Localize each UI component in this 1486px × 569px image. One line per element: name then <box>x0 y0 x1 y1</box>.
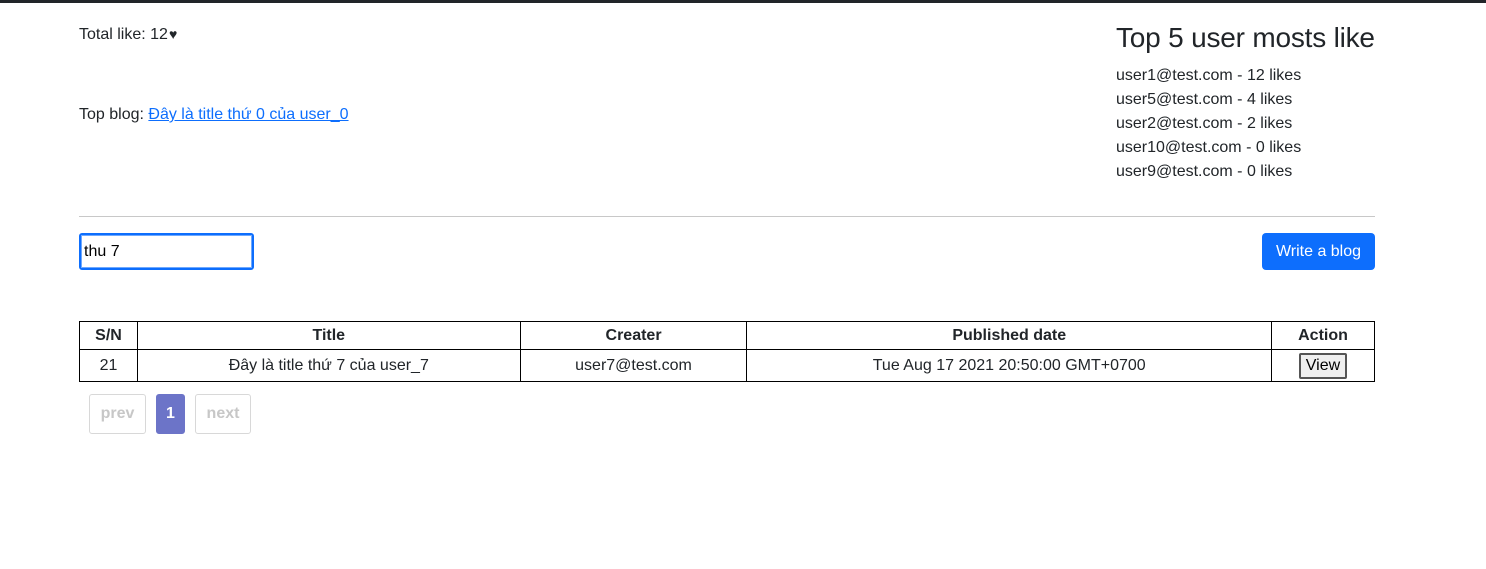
top-users-title: Top 5 user mosts like <box>1116 22 1375 53</box>
cell-action: View <box>1271 349 1375 382</box>
total-like-label: Total like: 12 <box>79 26 168 43</box>
top-user-item: user9@test.com - 0 likes <box>1116 163 1293 180</box>
view-button[interactable]: View <box>1298 352 1348 379</box>
search-input[interactable] <box>79 233 254 270</box>
header-action: Action <box>1271 321 1375 350</box>
top-blog-label: Top blog: <box>79 106 149 123</box>
pagination-page-button[interactable]: 1 <box>156 394 185 434</box>
table-header-row: S/N Title Creater Published date Action <box>79 321 1375 350</box>
table-row: 21 Đây là title thứ 7 của user_7 user7@t… <box>79 349 1375 382</box>
header-creator: Creater <box>519 321 748 350</box>
heart-icon: ♥ <box>168 26 178 42</box>
write-blog-button[interactable]: Write a blog <box>1262 233 1375 270</box>
top-user-item: user1@test.com - 12 likes <box>1116 67 1302 84</box>
header-sn: S/N <box>79 321 138 350</box>
pagination-next-button[interactable]: next <box>195 394 251 434</box>
total-like: Total like: 12♥ <box>79 23 177 46</box>
top-users-panel: Top 5 user mosts like user1@test.com - 1… <box>1116 21 1386 184</box>
cell-creator: user7@test.com <box>519 349 748 382</box>
pagination-prev-button[interactable]: prev <box>89 394 146 434</box>
header-published-date: Published date <box>746 321 1272 350</box>
divider <box>79 216 1375 217</box>
top-blog-link[interactable]: Đây là title thứ 0 của user_0 <box>148 106 348 123</box>
top-user-item: user10@test.com - 0 likes <box>1116 139 1302 156</box>
top-user-item: user2@test.com - 2 likes <box>1116 115 1293 132</box>
cell-title: Đây là title thứ 7 của user_7 <box>136 349 521 382</box>
header-title: Title <box>136 321 521 350</box>
cell-published-date: Tue Aug 17 2021 20:50:00 GMT+0700 <box>746 349 1272 382</box>
top-user-item: user5@test.com - 4 likes <box>1116 91 1293 108</box>
cell-sn: 21 <box>79 349 138 382</box>
blog-table: S/N Title Creater Published date Action … <box>79 321 1375 382</box>
top-blog: Top blog: Đây là title thứ 0 của user_0 <box>79 104 349 126</box>
